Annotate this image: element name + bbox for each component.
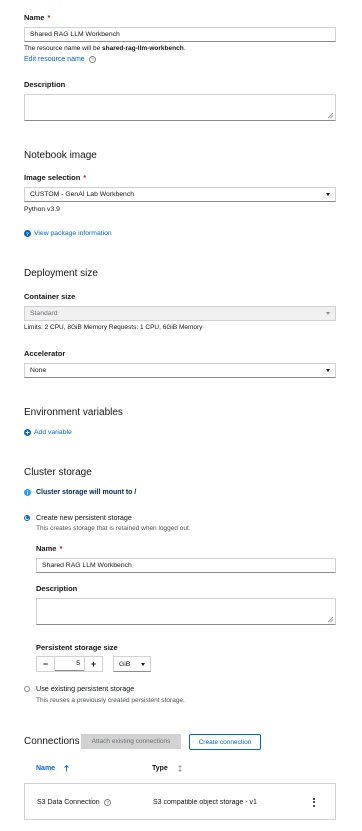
storage-unit-dropdown[interactable]: GiB [113,656,151,672]
accelerator-dropdown[interactable]: None [24,363,336,378]
required-asterisk: * [47,13,51,22]
create-new-storage-radio[interactable] [24,514,30,521]
attach-existing-connections-button[interactable]: Attach existing connections [81,734,181,749]
decrement-button[interactable]: − [37,657,55,671]
connection-type: S3 compatible object storage - v1 [153,799,257,806]
python-version: Python v3.9 [24,206,60,213]
name-label: Name * [24,13,51,22]
container-size-label: Container size [24,292,76,301]
storage-size-input[interactable]: 5 [55,657,84,671]
svg-text:?: ? [91,57,94,62]
svg-text:?: ? [26,231,29,237]
use-existing-storage-desc: This reuses a previously created persist… [36,697,185,704]
column-header-name[interactable]: Name [36,765,69,772]
sort-ascending-icon [64,765,69,772]
container-size-dropdown[interactable]: Standard [24,306,336,321]
connection-name: S3 Data Connection [37,799,100,806]
resource-limits: Limits: 2 CPU, 8GiB Memory Requests: 1 C… [24,324,203,331]
svg-text:?: ? [106,800,109,805]
notebook-image-heading: Notebook image [24,150,97,161]
help-icon[interactable]: ? [103,799,111,806]
view-package-info-link[interactable]: ? View package information [24,230,112,237]
sort-icon [178,765,182,772]
storage-size-stepper[interactable]: − 5 + [36,656,103,672]
cluster-storage-info-alert: Cluster storage will mount to / [24,489,136,496]
storage-description-label: Description [36,584,78,593]
create-connection-button[interactable]: Create connection [189,734,261,750]
resize-grip-icon[interactable] [327,112,333,118]
column-header-type[interactable]: Type [152,765,182,772]
image-selection-label: Image selection * [24,173,87,182]
question-circle-icon: ? [24,230,31,237]
use-existing-storage-radio[interactable] [24,685,30,692]
help-icon[interactable]: ? [88,56,96,63]
storage-name-label: Name * [36,544,63,553]
create-new-storage-desc: This creates storage that is retained wh… [36,525,191,532]
required-asterisk: * [83,173,87,182]
use-existing-storage-option[interactable]: Use existing persistent storage [24,684,134,693]
storage-size-label: Persistent storage size [36,643,118,652]
connections-heading: Connections [24,736,80,747]
chevron-down-icon [326,369,330,372]
description-label: Description [24,80,66,89]
resource-name: shared-rag-llm-workbench [102,45,184,52]
required-asterisk: * [59,544,63,553]
add-variable-button[interactable]: Add variable [24,429,72,436]
resize-grip-icon[interactable] [327,616,333,622]
image-selection-dropdown[interactable]: CUSTOM - GenAI Lab Workbench [24,187,336,202]
kebab-menu-icon[interactable] [311,797,317,808]
table-row: S3 Data Connection ? S3 compatible objec… [24,784,336,820]
name-input[interactable]: Shared RAG LLM Workbench [24,27,336,42]
description-textarea[interactable] [24,94,336,121]
edit-resource-name-link[interactable]: Edit resource name ? [24,56,96,63]
storage-name-input[interactable]: Shared RAG LLM Workbench [36,558,336,573]
accelerator-label: Accelerator [24,349,66,358]
plus-circle-icon [24,429,31,436]
increment-button[interactable]: + [84,657,102,671]
environment-variables-heading: Environment variables [24,407,123,418]
cluster-storage-heading: Cluster storage [24,467,92,478]
chevron-down-icon [141,662,145,666]
chevron-down-icon [326,193,330,196]
create-new-storage-option[interactable]: Create new persistent storage [24,513,132,522]
chevron-down-icon [326,312,330,315]
storage-description-textarea[interactable] [36,598,336,625]
deployment-size-heading: Deployment size [24,268,98,279]
resource-name-hint: The resource name will be shared-rag-llm… [24,45,186,52]
info-icon [24,489,31,496]
